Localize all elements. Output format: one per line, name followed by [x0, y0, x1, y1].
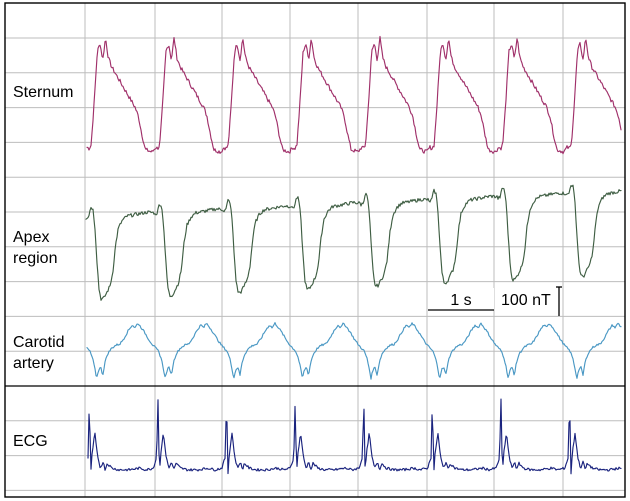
series-label-carotid-line1: Carotid	[13, 334, 65, 351]
magnetocardiogram-chart: Sternum Apex region Carotid artery ECG 1…	[4, 2, 626, 498]
series-line-apex	[85, 184, 622, 301]
time-scale-label: 1 s	[450, 292, 471, 309]
series-line-sternum	[86, 35, 622, 155]
plot-frame	[4, 2, 626, 498]
grid	[5, 3, 625, 497]
traces	[85, 35, 622, 475]
series-line-ecg	[87, 398, 622, 475]
series-label-ecg: ECG	[13, 433, 48, 450]
series-label-sternum: Sternum	[13, 84, 73, 101]
series-label-apex-line1: Apex	[13, 229, 49, 246]
field-scale-label: 100 nT	[501, 292, 551, 309]
field-scale-bar: 100 nT	[497, 286, 562, 316]
series-label-carotid-line2: artery	[13, 355, 54, 372]
time-scale-bar: 1 s	[428, 288, 494, 311]
series-label-apex-line2: region	[13, 250, 57, 267]
